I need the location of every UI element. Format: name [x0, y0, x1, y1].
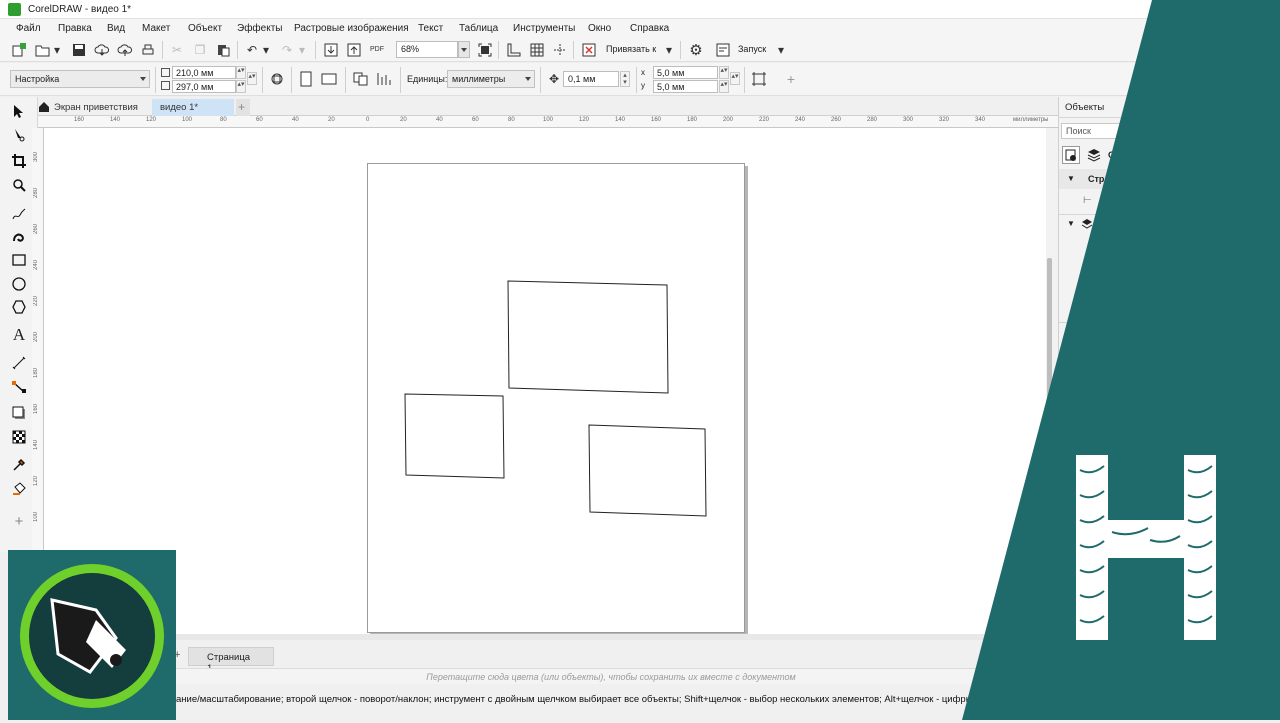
coreldraw-logo-icon: [20, 564, 164, 708]
objects-column-label: О: [1108, 150, 1116, 160]
objects-docker: Объекты Поиск О ▼ Стра ⊢ ▼: [1058, 97, 1280, 552]
panel-divider: [1059, 214, 1280, 215]
horizontal-scrollbar[interactable]: [44, 634, 1046, 640]
expand-arrow-icon[interactable]: ▼: [1067, 219, 1075, 228]
page-navigator: +: [174, 646, 1046, 668]
panel-divider: [1059, 117, 1280, 118]
expand-arrow-icon[interactable]: ▼: [1067, 174, 1075, 183]
page-tab-1[interactable]: Страница 1: [188, 647, 274, 674]
objects-panel-title: Объекты: [1065, 102, 1105, 113]
guides-layer-icon: ⊢: [1083, 195, 1092, 206]
master-page-icon: [1081, 218, 1093, 233]
document-palette-hint[interactable]: Перетащите сюда цвета (или объекты), что…: [176, 668, 1046, 684]
tree-row-page-label: Стра: [1088, 174, 1110, 184]
coreldraw-logo-badge: [8, 550, 176, 720]
layers-view-icon[interactable]: [1086, 147, 1104, 165]
objects-search-input[interactable]: Поиск: [1061, 123, 1181, 139]
rectangle-shape-medium[interactable]: [588, 424, 707, 517]
vertical-scrollbar-thumb[interactable]: [1047, 258, 1052, 498]
rectangle-shape-large[interactable]: [507, 280, 669, 394]
tree-row-page[interactable]: ▼ Стра: [1059, 169, 1280, 189]
panel-divider: [1059, 322, 1280, 323]
rectangle-shape-small[interactable]: [404, 393, 505, 479]
status-bar-hint: ание/масштабирование; второй щелчок - по…: [176, 688, 1076, 710]
page-view-icon[interactable]: [1062, 146, 1080, 164]
